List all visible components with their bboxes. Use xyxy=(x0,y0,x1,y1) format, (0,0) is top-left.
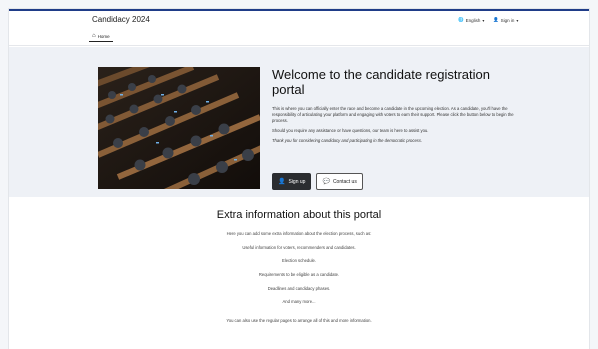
intro-paragraph: This is where you can officially enter t… xyxy=(272,106,514,123)
extra-line: You can also use the regular pages to ar… xyxy=(226,318,372,324)
tab-home[interactable]: ⌂ Home xyxy=(89,33,113,42)
chamber-illustration xyxy=(86,54,270,198)
user-icon: 👤 xyxy=(493,17,499,22)
signup-label: Sign up xyxy=(288,178,306,185)
caret-down-icon: ▾ xyxy=(482,17,485,23)
brand-title[interactable]: Candidacy 2024 xyxy=(92,15,150,24)
tab-home-label: Home xyxy=(97,33,110,39)
extra-line: Here you can add some extra information … xyxy=(226,231,372,236)
home-icon: ⌂ xyxy=(92,33,96,39)
hero-text: Welcome to the candidate registration po… xyxy=(272,67,517,148)
contact-button[interactable]: 💬 Contact us xyxy=(316,173,363,190)
signin-label: Sign in xyxy=(500,17,515,23)
chat-icon: 💬 xyxy=(322,179,330,185)
top-navbar: Candidacy 2024 🌐 English ▾ 👤 Sign in ▾ ⌂… xyxy=(9,11,589,46)
extra-line: And many more... xyxy=(282,299,316,305)
nav-tabs: ⌂ Home xyxy=(89,33,113,42)
assistance-paragraph: Should you require any assistance or hav… xyxy=(272,128,429,133)
globe-icon: 🌐 xyxy=(458,17,464,22)
extra-info-section: Extra information about this portal Here… xyxy=(9,209,589,332)
thanks-paragraph: Thank you for considering candidacy and … xyxy=(272,138,423,143)
extra-line: Election schedule. xyxy=(282,258,316,264)
hero-actions: 👤 Sign up 💬 Contact us xyxy=(272,173,363,190)
user-plus-icon: 👤 xyxy=(278,179,286,185)
page-title: Welcome to the candidate registration po… xyxy=(272,67,490,97)
signin-dropdown[interactable]: 👤 Sign in ▾ xyxy=(493,17,518,23)
language-label: English xyxy=(465,17,481,23)
signup-button[interactable]: 👤 Sign up xyxy=(272,173,312,190)
extra-line: Requirements to be eligible as a candida… xyxy=(258,272,340,278)
language-dropdown[interactable]: 🌐 English ▾ xyxy=(458,17,484,23)
extra-line: Useful information for voters, recommend… xyxy=(242,244,356,250)
contact-label: Contact us xyxy=(332,178,357,185)
caret-down-icon: ▾ xyxy=(516,17,519,23)
browser-page: Candidacy 2024 🌐 English ▾ 👤 Sign in ▾ ⌂… xyxy=(9,9,589,349)
extra-title: Extra information about this portal xyxy=(216,209,382,221)
extra-line: Deadlines and candidacy phases. xyxy=(267,285,331,291)
parliament-chamber-image xyxy=(86,54,270,198)
